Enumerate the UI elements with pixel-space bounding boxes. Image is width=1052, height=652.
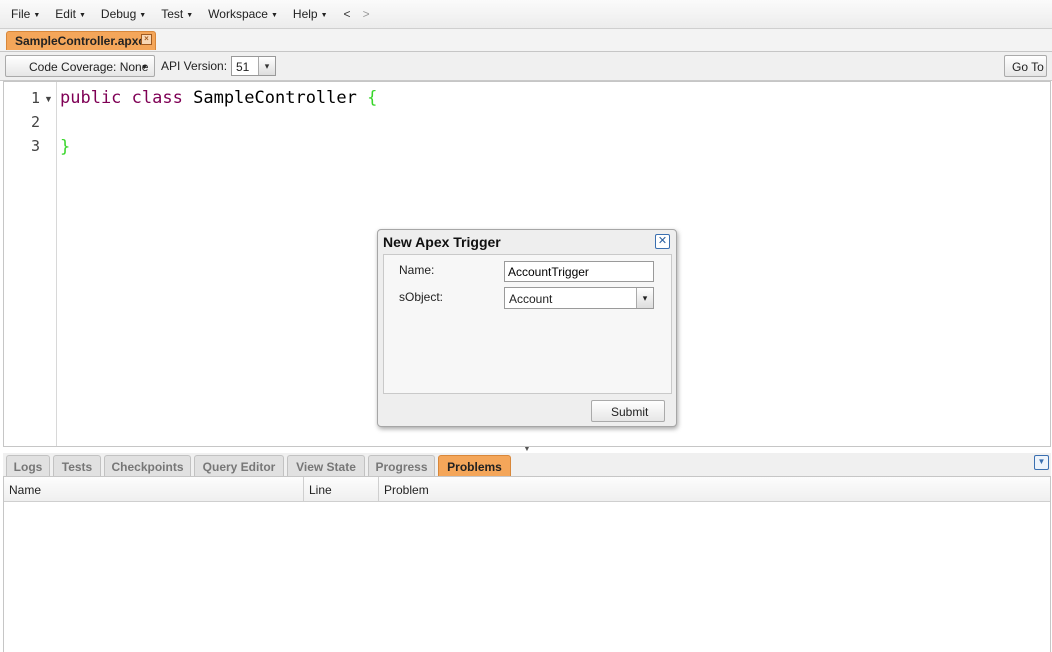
file-tab-samplecontroller[interactable]: SampleController.apxc × [6, 31, 156, 50]
menu-workspace[interactable]: Workspace ▼ [208, 7, 278, 21]
editor-toolbar: Code Coverage: None ▼ API Version: 51 ▾ … [0, 52, 1052, 81]
line-number: 2 [30, 113, 40, 131]
sobject-value: Account [509, 292, 553, 306]
problems-table: Name Line Problem [3, 477, 1051, 652]
line-number: 3 [30, 137, 40, 155]
code-line-3: } [60, 137, 70, 157]
keyword-public: public [60, 88, 122, 108]
collapse-panel-icon[interactable]: ▼ [1034, 455, 1049, 470]
api-version-value: 51 [236, 60, 250, 74]
chevron-down-icon: ▾ [258, 57, 275, 75]
chevron-down-icon: ▼ [78, 11, 86, 19]
column-header-name[interactable]: Name [4, 477, 304, 501]
file-tab-label: SampleController.apxc [15, 34, 146, 48]
chevron-down-icon: ▼ [141, 64, 148, 71]
tab-tests[interactable]: Tests [53, 455, 101, 476]
menu-test[interactable]: Test ▼ [161, 7, 193, 21]
tab-query-editor[interactable]: Query Editor [194, 455, 284, 476]
menu-bar: File ▼ Edit ▼ Debug ▼ Test ▼ Workspace ▼ Help… [0, 0, 1052, 29]
api-version-select[interactable]: 51 ▾ [231, 56, 276, 76]
api-version-label: API Version: [161, 59, 228, 73]
go-to-button[interactable]: Go To [1004, 55, 1047, 77]
dialog-body: Name: sObject: Account ▾ [383, 254, 672, 394]
menu-debug[interactable]: Debug ▼ [101, 7, 146, 21]
column-header-problem[interactable]: Problem [379, 477, 1050, 501]
tab-logs[interactable]: Logs [6, 455, 50, 476]
tab-checkpoints[interactable]: Checkpoints [104, 455, 191, 476]
chevron-down-icon: ▼ [270, 11, 278, 19]
tab-view-state[interactable]: View State [287, 455, 365, 476]
tab-problems[interactable]: Problems [438, 455, 511, 476]
fold-arrow-icon[interactable]: ▼ [44, 94, 53, 104]
column-header-line[interactable]: Line [304, 477, 379, 501]
trigger-name-input[interactable] [504, 261, 654, 282]
menu-help[interactable]: Help ▼ [293, 7, 328, 21]
file-tab-bar: SampleController.apxc × [0, 29, 1052, 52]
name-label: Name: [399, 263, 435, 277]
dialog-title: New Apex Trigger [383, 234, 501, 250]
code-coverage-label: Code Coverage: None [29, 60, 149, 74]
chevron-down-icon: ▼ [320, 11, 328, 19]
menu-edit[interactable]: Edit ▼ [55, 7, 86, 21]
tab-progress[interactable]: Progress [368, 455, 435, 476]
submit-button[interactable]: Submit [591, 400, 665, 422]
chevron-down-icon: ▼ [33, 11, 41, 19]
open-brace: { [367, 88, 378, 108]
new-apex-trigger-dialog: New Apex Trigger ✕ Name: sObject: Accoun… [377, 229, 677, 427]
back-button[interactable]: < [344, 7, 351, 21]
close-brace: } [60, 137, 71, 157]
line-gutter: 1 ▼ 2 3 [4, 82, 57, 446]
code-coverage-dropdown[interactable]: Code Coverage: None ▼ [5, 55, 155, 77]
bottom-panel-tabs: Logs Tests Checkpoints Query Editor View… [3, 453, 1051, 477]
sobject-select[interactable]: Account ▾ [504, 287, 654, 309]
line-number: 1 [30, 89, 40, 107]
code-line-1: public class SampleController { [60, 88, 377, 108]
class-name: SampleController [193, 88, 357, 108]
close-icon[interactable]: × [141, 34, 152, 45]
chevron-down-icon: ▼ [139, 11, 147, 19]
close-icon[interactable]: ✕ [655, 234, 670, 249]
chevron-down-icon: ▼ [186, 11, 194, 19]
sobject-label: sObject: [399, 290, 444, 304]
chevron-down-icon: ▾ [636, 288, 653, 308]
menu-file[interactable]: File ▼ [11, 7, 40, 21]
forward-button[interactable]: > [363, 7, 370, 21]
table-header: Name Line Problem [4, 477, 1050, 502]
keyword-class: class [131, 88, 183, 108]
